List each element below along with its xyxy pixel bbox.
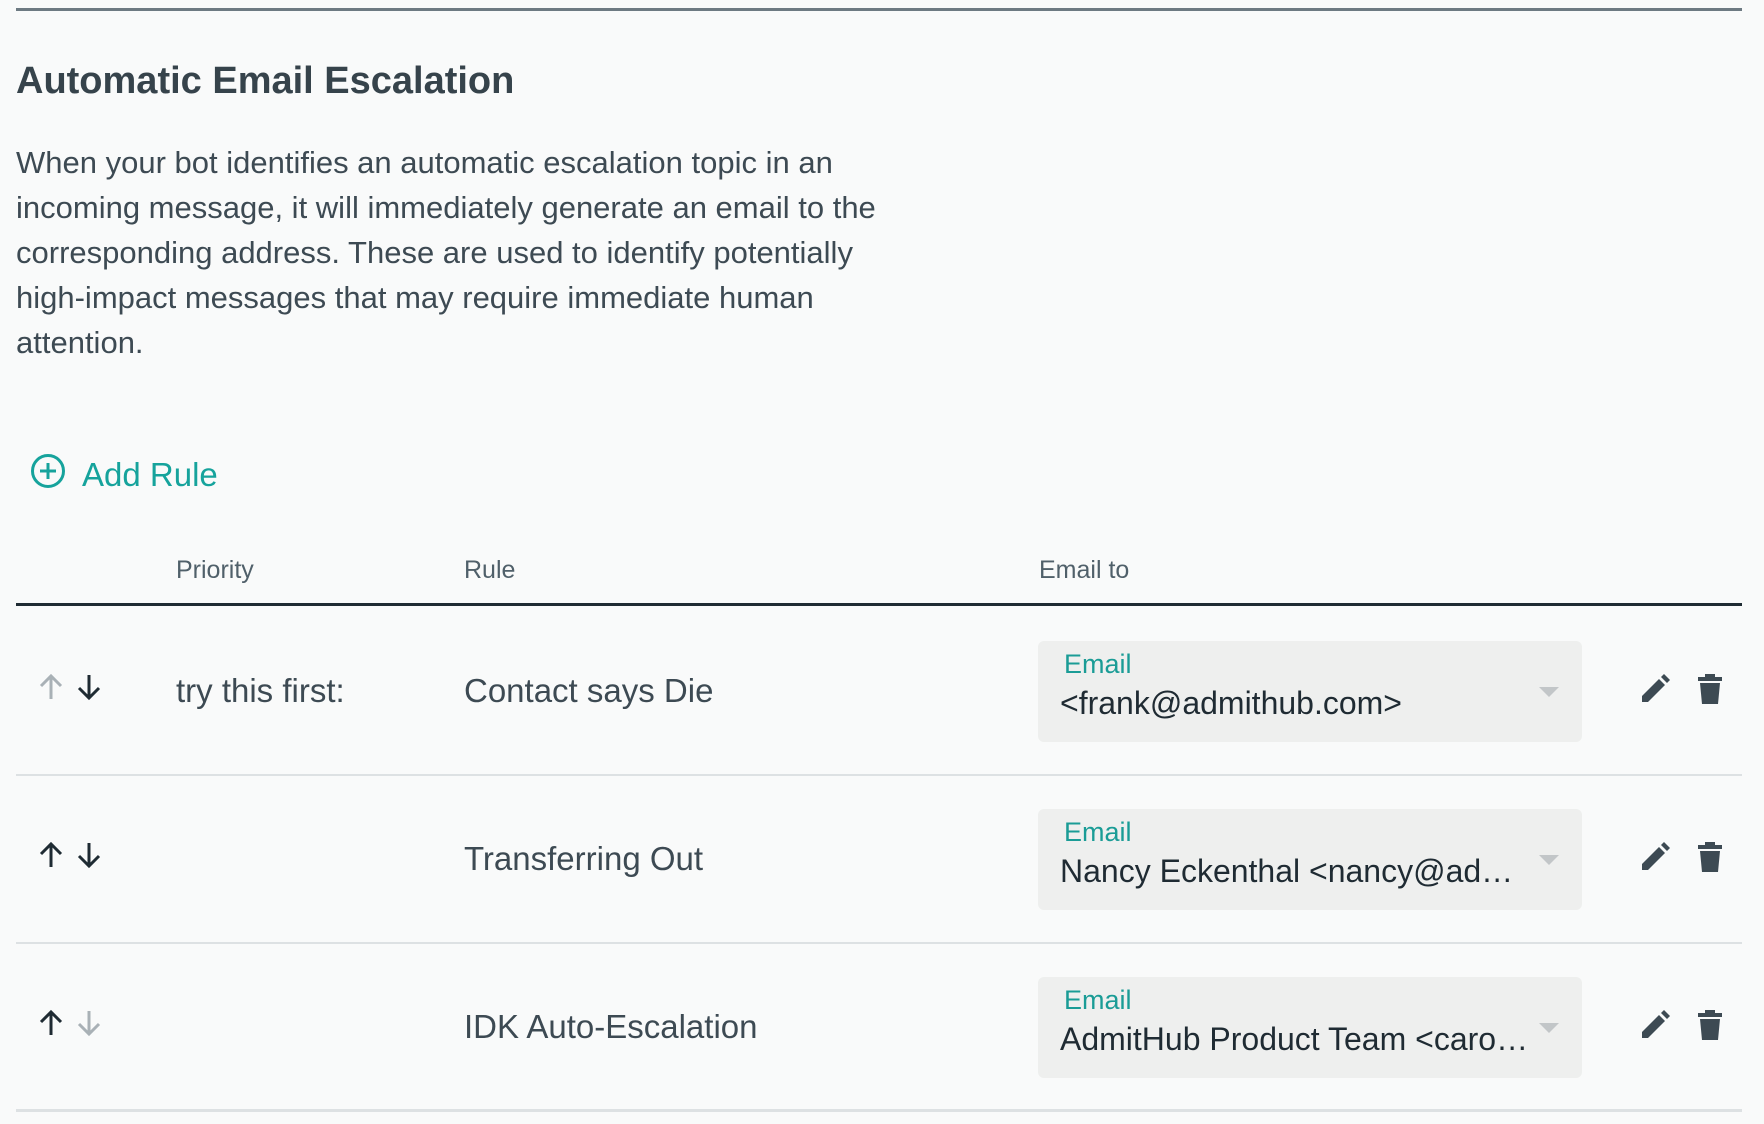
move-down-arrow-icon[interactable]	[74, 1008, 104, 1038]
column-header-priority: Priority	[176, 556, 254, 584]
move-down-arrow-icon[interactable]	[74, 672, 104, 702]
add-rule-button[interactable]: Add Rule	[30, 453, 218, 497]
email-to-select[interactable]: Email <frank@admithub.com>	[1038, 641, 1582, 742]
section-description: When your bot identifies an automatic es…	[16, 145, 876, 360]
move-up-arrow-icon[interactable]	[36, 672, 66, 702]
email-field-value: <frank@admithub.com>	[1060, 685, 1402, 721]
email-field-label: Email	[1064, 817, 1132, 847]
delete-trash-icon[interactable]	[1693, 672, 1727, 706]
email-to-select[interactable]: Email Nancy Eckenthal <nancy@admi…	[1038, 809, 1582, 910]
table-row: try this first: Contact says Die Email <fra…	[16, 608, 1742, 776]
edit-pencil-icon[interactable]	[1638, 840, 1672, 874]
rule-name: Transferring Out	[464, 840, 704, 877]
move-up-arrow-icon[interactable]	[36, 840, 66, 870]
delete-trash-icon[interactable]	[1693, 1008, 1727, 1042]
table-header-divider	[16, 603, 1742, 606]
table-row: IDK Auto-Escalation Email AdmitHub Product…	[16, 944, 1742, 1112]
edit-pencil-icon[interactable]	[1638, 1008, 1672, 1042]
edit-pencil-icon[interactable]	[1638, 672, 1672, 706]
rule-name: Contact says Die	[464, 672, 714, 709]
section-divider	[16, 8, 1742, 11]
email-to-select[interactable]: Email AdmitHub Product Team <carol…	[1038, 977, 1582, 1078]
email-field-label: Email	[1064, 985, 1132, 1015]
chevron-down-icon	[1539, 687, 1559, 697]
email-field-value: AdmitHub Product Team <carol…	[1060, 1021, 1530, 1057]
email-field-label: Email	[1064, 649, 1132, 679]
section-title: Automatic Email Escalation	[16, 60, 515, 102]
priority-label: try this first:	[176, 672, 345, 709]
email-field-value: Nancy Eckenthal <nancy@admi…	[1060, 853, 1530, 889]
chevron-down-icon	[1539, 1023, 1559, 1033]
delete-trash-icon[interactable]	[1693, 840, 1727, 874]
escalation-settings-page: Automatic Email Escalation When your bot…	[0, 0, 1764, 1124]
rule-name: IDK Auto-Escalation	[464, 1008, 758, 1045]
plus-circle-icon	[30, 453, 66, 497]
table-row: Transferring Out Email Nancy Eckenthal <na…	[16, 776, 1742, 944]
add-rule-label: Add Rule	[82, 456, 218, 493]
chevron-down-icon	[1539, 855, 1559, 865]
move-up-arrow-icon[interactable]	[36, 1008, 66, 1038]
move-down-arrow-icon[interactable]	[74, 840, 104, 870]
column-header-rule: Rule	[464, 556, 516, 584]
column-header-email-to: Email to	[1039, 556, 1130, 584]
